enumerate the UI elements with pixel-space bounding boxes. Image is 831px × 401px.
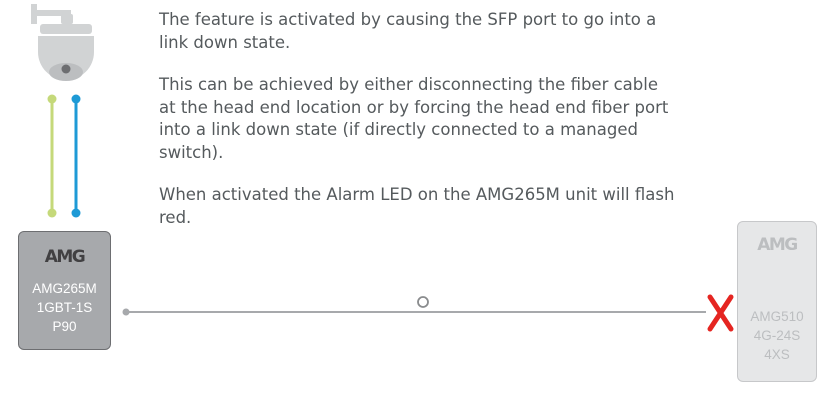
model-line-3: 4XS bbox=[764, 347, 790, 362]
link-midpoint-marker bbox=[417, 296, 429, 308]
description-text: The feature is activated by causing the … bbox=[159, 9, 679, 249]
fiber-blue-bottom-connector bbox=[71, 208, 81, 218]
model-line-1: AMG510 bbox=[750, 309, 804, 324]
description-paragraph-2: This can be achieved by either disconnec… bbox=[159, 75, 669, 162]
model-line-2: 1GBT-1S bbox=[36, 300, 93, 315]
dome-camera-icon bbox=[31, 4, 94, 81]
device-model-label: AMG265M 1GBT-1S P90 bbox=[19, 279, 110, 336]
fiber-green-top-connector bbox=[47, 94, 57, 104]
description-paragraph-3: When activated the Alarm LED on the AMG2… bbox=[159, 185, 675, 227]
fiber-pair bbox=[47, 94, 81, 218]
link-endpoint-left bbox=[122, 308, 130, 316]
fiber-blue-top-connector bbox=[71, 94, 81, 104]
link-down-x-icon bbox=[707, 294, 734, 332]
amg-logo: AMG bbox=[757, 235, 798, 255]
description-paragraph-1: The feature is activated by causing the … bbox=[159, 10, 657, 52]
model-line-2: 4G-24S bbox=[753, 328, 801, 343]
model-line-3: P90 bbox=[52, 319, 77, 334]
model-line-1: AMG265M bbox=[32, 281, 97, 296]
device-model-label: AMG510 4G-24S 4XS bbox=[738, 307, 816, 364]
amg510-switch: AMG AMG510 4G-24S 4XS bbox=[737, 221, 817, 382]
amg265m-device: AMG AMG265M 1GBT-1S P90 bbox=[18, 231, 111, 350]
amg-logo: AMG bbox=[44, 247, 86, 267]
fiber-green-bottom-connector bbox=[47, 208, 57, 218]
fiber-link bbox=[122, 296, 706, 316]
